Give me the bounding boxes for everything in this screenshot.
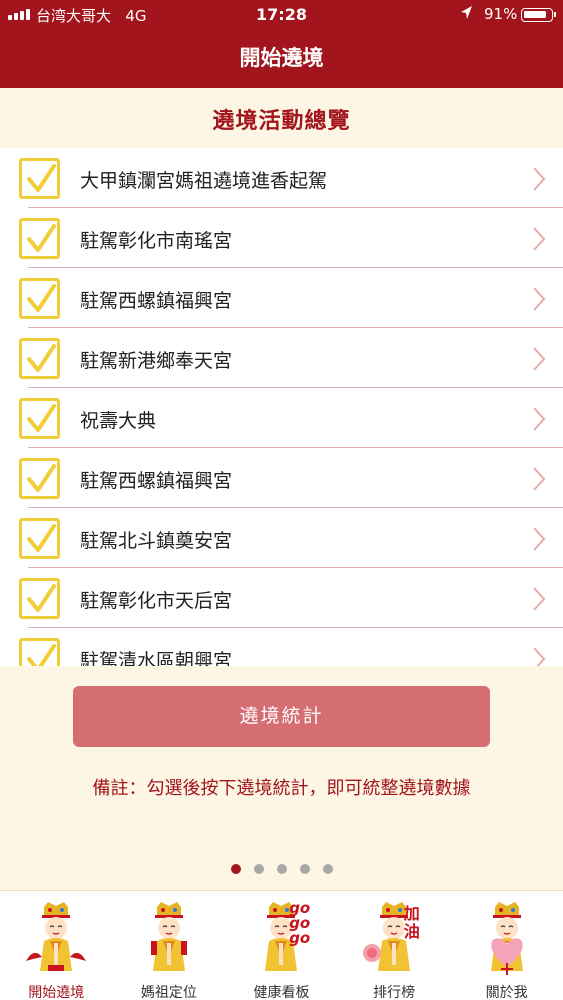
list-item[interactable]: 大甲鎮瀾宮媽祖遶境進香起駕 <box>0 148 563 208</box>
tab-label: 排行榜 <box>373 985 416 1000</box>
checkbox[interactable] <box>19 398 60 439</box>
checkmark-icon <box>27 464 56 492</box>
tab-bar: 開始遶境 媽祖定位 go go go 健康看板 加油 排行榜 關於我 <box>0 890 563 1000</box>
list-item[interactable]: 駐駕彰化市天后宮 <box>0 568 563 628</box>
checkbox[interactable] <box>19 338 60 379</box>
checkbox[interactable] <box>19 518 60 559</box>
tab-1[interactable]: 開始遶境 <box>0 891 113 1000</box>
list-item-label: 祝壽大典 <box>80 410 157 432</box>
section-title: 遶境活動總覽 <box>212 109 351 134</box>
mazu-figure-icon <box>133 901 205 975</box>
pilgrimage-list[interactable]: 大甲鎮瀾宮媽祖遶境進香起駕 駐駕彰化市南瑤宮 駐駕西螺鎮福興宮 駐駕新港鄉奉天宮 祝壽大… <box>0 148 563 666</box>
list-item-label: 駐駕彰化市天后宮 <box>80 590 233 612</box>
chevron-right-icon <box>532 646 546 666</box>
checkbox[interactable] <box>19 218 60 259</box>
list-item[interactable]: 駐駕西螺鎮福興宮 <box>0 268 563 328</box>
list-item-label: 大甲鎮瀾宮媽祖遶境進香起駕 <box>80 170 328 192</box>
list-item-label: 駐駕北斗鎮奠安宮 <box>80 530 233 552</box>
checkmark-icon <box>27 344 56 372</box>
status-bar: 台湾大哥大 4G 17:28 91% <box>0 0 563 30</box>
checkmark-icon <box>27 284 56 312</box>
chevron-right-icon <box>532 526 546 556</box>
page-dot[interactable] <box>299 864 310 874</box>
chevron-right-icon <box>532 406 546 436</box>
list-item[interactable]: 駐駕西螺鎮福興宮 <box>0 448 563 508</box>
mazu-figure-icon <box>20 901 92 975</box>
page-dot[interactable] <box>322 864 333 874</box>
tab-badge-text: 加油 <box>403 904 420 941</box>
statistics-button[interactable]: 遶境統計 <box>73 686 490 747</box>
checkbox[interactable] <box>19 278 60 319</box>
list-item[interactable]: 駐駕彰化市南瑤宮 <box>0 208 563 268</box>
checkmark-icon <box>27 404 56 432</box>
tab-label: 媽祖定位 <box>140 985 197 1000</box>
checkmark-icon <box>27 524 56 552</box>
tab-3[interactable]: go go go 健康看板 <box>225 891 338 1000</box>
tab-label: 健康看板 <box>253 985 310 1000</box>
battery-percent: 91% <box>484 5 518 23</box>
chevron-right-icon <box>532 286 546 316</box>
list-item[interactable]: 駐駕新港鄉奉天宮 <box>0 328 563 388</box>
chevron-right-icon <box>532 346 546 376</box>
note-text: 備註：勾選後按下遶境統計，即可統整遶境數據 <box>92 778 471 799</box>
list-item-label: 駐駕西螺鎮福興宮 <box>80 470 233 492</box>
checkmark-icon <box>27 164 56 192</box>
clock: 17:28 <box>256 5 307 24</box>
list-item[interactable]: 駐駕北斗鎮奠安宮 <box>0 508 563 568</box>
page-title: 開始遶境 <box>239 46 324 70</box>
page-dot[interactable] <box>276 864 287 874</box>
app-header: 台湾大哥大 4G 17:28 91% 開始遶境 <box>0 0 563 88</box>
tab-badge-text: go go go <box>289 899 311 947</box>
chevron-right-icon <box>532 586 546 616</box>
tab-4[interactable]: 加油排行榜 <box>338 891 451 1000</box>
chevron-right-icon <box>532 166 546 196</box>
list-item-label: 駐駕新港鄉奉天宮 <box>80 350 233 372</box>
tab-2[interactable]: 媽祖定位 <box>113 891 226 1000</box>
checkbox[interactable] <box>19 578 60 619</box>
page-indicator[interactable] <box>0 864 563 874</box>
battery-icon <box>521 8 556 22</box>
chevron-right-icon <box>532 466 546 496</box>
checkbox[interactable] <box>19 158 60 199</box>
page-dot[interactable] <box>230 864 241 874</box>
location-arrow-icon <box>458 4 474 26</box>
mazu-figure-icon <box>471 901 543 975</box>
checkbox[interactable] <box>19 638 60 666</box>
page-dot[interactable] <box>253 864 264 874</box>
chevron-right-icon <box>532 226 546 256</box>
checkmark-icon <box>27 224 56 252</box>
list-item[interactable]: 駐駕清水區朝興宮 <box>0 628 563 666</box>
checkmark-icon <box>27 584 56 612</box>
list-item[interactable]: 祝壽大典 <box>0 388 563 448</box>
list-item-label: 駐駕清水區朝興宮 <box>80 650 233 666</box>
tab-5[interactable]: 關於我 <box>450 891 563 1000</box>
checkbox[interactable] <box>19 458 60 499</box>
tab-label: 關於我 <box>485 985 528 1000</box>
list-item-label: 駐駕彰化市南瑤宮 <box>80 230 233 252</box>
tab-label: 開始遶境 <box>28 985 85 1000</box>
list-item-label: 駐駕西螺鎮福興宮 <box>80 290 233 312</box>
checkmark-icon <box>27 644 56 666</box>
